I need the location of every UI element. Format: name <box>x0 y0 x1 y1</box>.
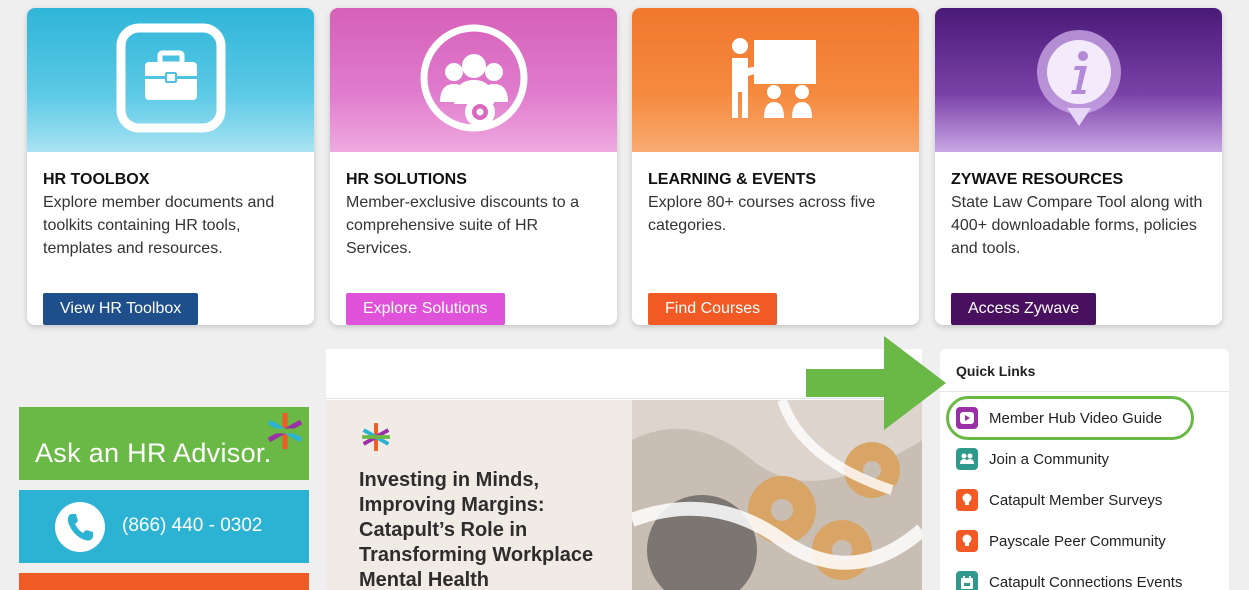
arrow-right-icon <box>806 336 946 430</box>
access-zywave-button[interactable]: Access Zywave <box>951 293 1097 325</box>
catapult-logo-icon <box>362 423 390 451</box>
advisor-label: Ask an HR Advisor. <box>35 438 272 468</box>
card-hr-solutions: HR SOLUTIONS Member-exclusive discounts … <box>330 8 617 325</box>
quick-link-payscale-peer-community[interactable]: Payscale Peer Community <box>956 528 1166 554</box>
community-icon <box>956 448 978 470</box>
quick-link-label: Catapult Member Surveys <box>989 491 1163 509</box>
lightbulb-icon <box>956 530 978 552</box>
card-hr-toolbox: HR TOOLBOX Explore member documents and … <box>27 8 314 325</box>
info-pin-icon <box>1036 30 1121 126</box>
card-zywave-resources-header <box>935 8 1222 152</box>
card-hr-solutions-header <box>330 8 617 152</box>
card-title: HR TOOLBOX <box>43 171 150 188</box>
calendar-icon <box>956 571 978 590</box>
card-title: LEARNING & EVENTS <box>648 171 817 188</box>
quick-link-label: Payscale Peer Community <box>989 532 1166 550</box>
people-gear-icon <box>420 24 527 132</box>
card-description: Member-exclusive discounts to a comprehe… <box>346 194 579 257</box>
phone-icon <box>55 502 105 552</box>
quick-link-catapult-connections-events[interactable]: Catapult Connections Events <box>956 569 1182 590</box>
presentation-icon <box>731 38 816 118</box>
card-zywave-resources: ZYWAVE RESOURCES State Law Compare Tool … <box>935 8 1222 325</box>
quick-link-label: Catapult Connections Events <box>989 573 1183 590</box>
quick-link-join-a-community[interactable]: Join a Community <box>956 446 1109 472</box>
card-learning-events: LEARNING & EVENTS Explore 80+ courses ac… <box>632 8 919 325</box>
phone-banner[interactable]: (866) 440 - 0302 <box>19 490 309 563</box>
explore-solutions-button[interactable]: Explore Solutions <box>346 293 505 325</box>
divider <box>940 391 1229 392</box>
card-title: ZYWAVE RESOURCES <box>951 171 1124 188</box>
find-courses-button[interactable]: Find Courses <box>648 293 778 325</box>
lightbulb-icon <box>956 489 978 511</box>
orange-banner[interactable] <box>19 573 309 590</box>
view-hr-toolbox-button[interactable]: View HR Toolbox <box>43 293 199 325</box>
catapult-logo-icon <box>267 413 303 449</box>
card-description: State Law Compare Tool along with 400+ d… <box>951 194 1203 257</box>
quick-links-panel: Quick Links Member Hub Video Guide Join … <box>940 349 1229 590</box>
ask-hr-advisor-banner[interactable]: Ask an HR Advisor. <box>19 407 309 480</box>
card-hr-toolbox-header <box>27 8 314 152</box>
card-description: Explore member documents and toolkits co… <box>43 194 275 257</box>
card-title: HR SOLUTIONS <box>346 171 467 188</box>
phone-number: (866) 440 - 0302 <box>122 515 263 536</box>
card-learning-events-header <box>632 8 919 152</box>
quick-links-title: Quick Links <box>956 363 1036 379</box>
quick-link-label: Join a Community <box>989 450 1110 468</box>
card-description: Explore 80+ courses across five categori… <box>648 194 876 234</box>
toolbox-icon <box>116 23 225 133</box>
highlight-ring <box>946 396 1194 440</box>
quick-link-catapult-member-surveys[interactable]: Catapult Member Surveys <box>956 487 1162 513</box>
featured-article-headline: Investing in Minds, Improving Margins: C… <box>359 469 594 590</box>
